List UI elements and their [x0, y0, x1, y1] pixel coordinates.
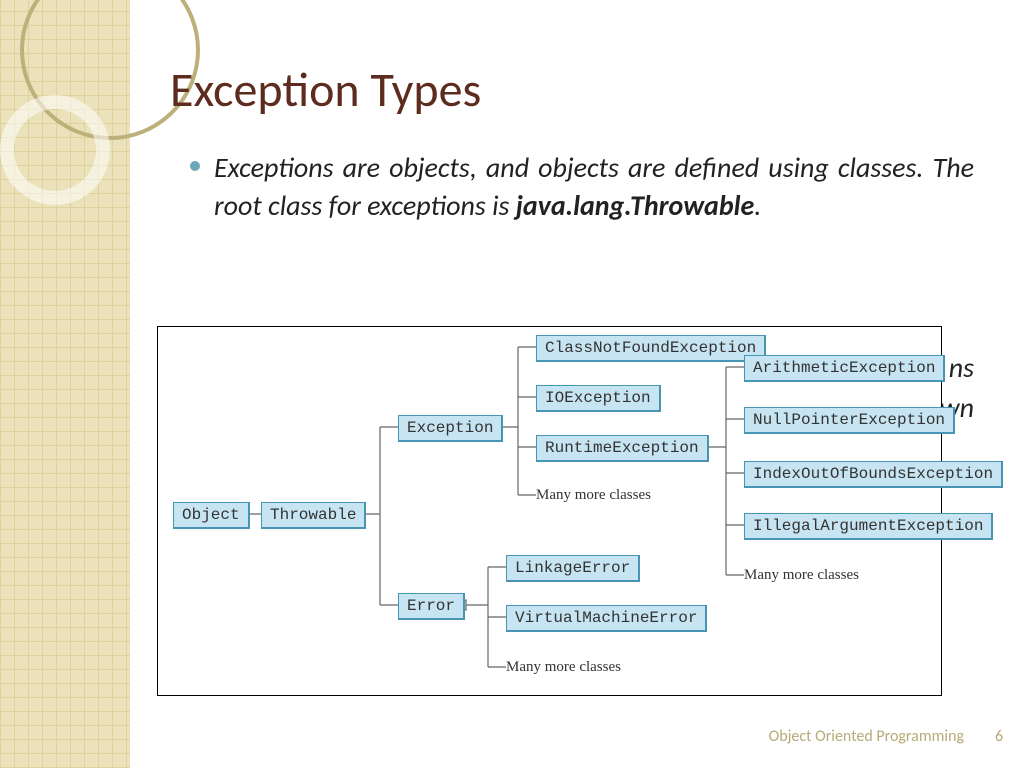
- node-arithmetic: ArithmeticException: [744, 355, 945, 382]
- bullet-post: .: [754, 188, 761, 223]
- node-classnotfound: ClassNotFoundException: [536, 335, 766, 362]
- node-ioexception: IOException: [536, 385, 661, 412]
- bullet-text: Exceptions are objects, and objects are …: [214, 149, 974, 225]
- hierarchy-diagram: Object Throwable Exception Error ClassNo…: [157, 326, 942, 696]
- bullet-item: Exceptions are objects, and objects are …: [190, 149, 974, 225]
- label-more-error: Many more classes: [506, 659, 621, 676]
- node-vmerror: VirtualMachineError: [506, 605, 707, 632]
- node-indexoob: IndexOutOfBoundsException: [744, 461, 1003, 488]
- node-exception: Exception: [398, 415, 503, 442]
- footer-label: Object Oriented Programming: [769, 727, 964, 746]
- node-nullpointer: NullPointerException: [744, 407, 955, 434]
- page-title: Exception Types: [170, 60, 974, 119]
- obscured-fragment: ns: [949, 350, 974, 385]
- slide-content: Exception Types Exceptions are objects, …: [170, 60, 974, 225]
- label-more-runtime: Many more classes: [744, 567, 859, 584]
- node-object: Object: [173, 502, 250, 529]
- bullet-strong: java.lang.Throwable: [516, 188, 754, 223]
- page-number: 6: [974, 727, 1024, 746]
- node-illegalarg: IllegalArgumentException: [744, 513, 993, 540]
- node-runtimeexception: RuntimeException: [536, 435, 709, 462]
- bullet-dot-icon: [190, 161, 200, 171]
- node-error: Error: [398, 593, 465, 620]
- decorative-ring: [0, 95, 110, 205]
- label-more-exception: Many more classes: [536, 487, 651, 504]
- node-throwable: Throwable: [261, 502, 366, 529]
- node-linkageerror: LinkageError: [506, 555, 640, 582]
